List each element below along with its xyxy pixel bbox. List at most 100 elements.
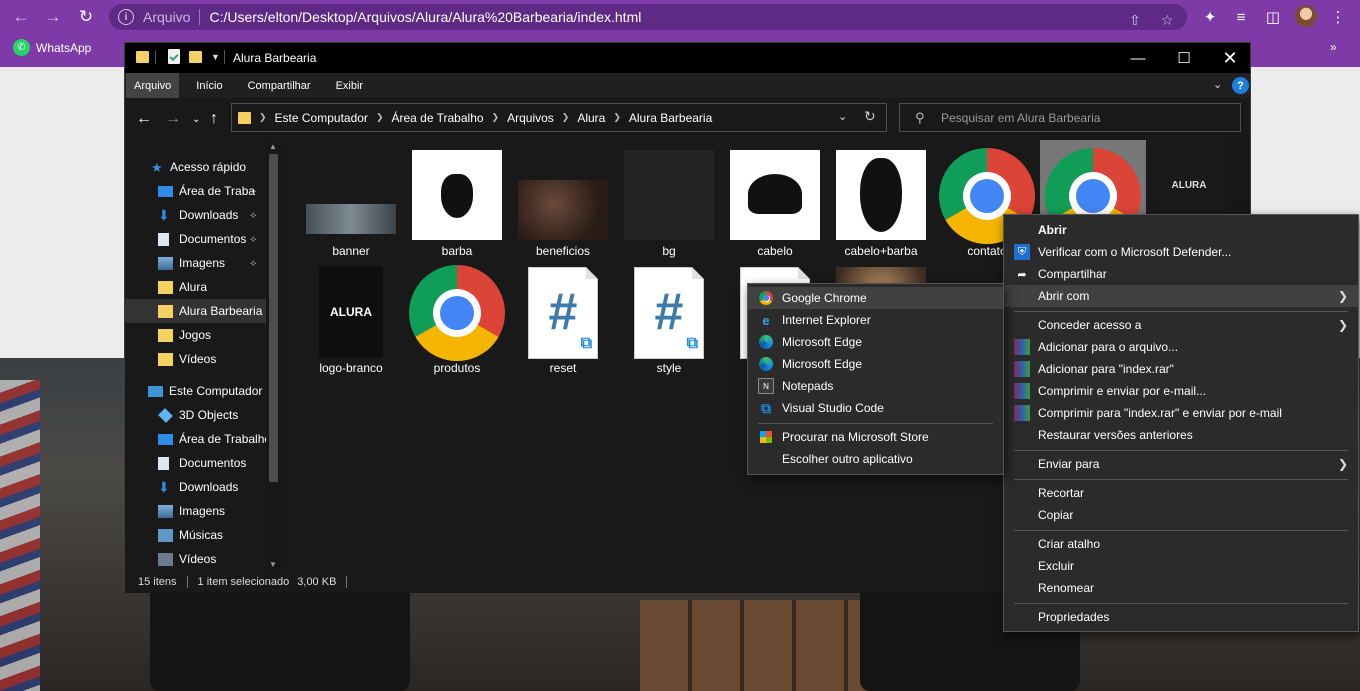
chevron-down-icon[interactable]: ⌄ (838, 110, 847, 123)
profile-avatar[interactable] (1295, 5, 1317, 27)
menu-item-abrir-com[interactable]: Abrir com ❯ (1004, 285, 1358, 307)
reload-icon[interactable]: ↻ (74, 5, 98, 29)
nav-scrollbar[interactable]: ▲ ▼ (266, 142, 281, 571)
nav-item-area-de-trabalho-pc[interactable]: Área de Trabalho (125, 427, 266, 451)
minimize-icon[interactable]: — (1115, 43, 1161, 73)
tab-inicio[interactable]: Início (188, 73, 230, 98)
scroll-down-icon[interactable]: ▼ (269, 560, 277, 569)
menu-item-escolher-outro[interactable]: Escolher outro aplicativo (748, 448, 1003, 470)
back-icon[interactable]: ← (136, 110, 152, 128)
recent-locations-icon[interactable]: ⌄ (192, 114, 200, 125)
menu-item-compartilhar[interactable]: ➦ Compartilhar (1004, 263, 1358, 285)
menu-item-enviar-para[interactable]: Enviar para ❯ (1004, 453, 1358, 475)
info-icon[interactable]: i (118, 9, 134, 25)
quick-access-dropdown-icon[interactable]: ▼ (211, 52, 220, 62)
menu-item-excluir[interactable]: Excluir (1004, 555, 1358, 577)
menu-item-comprimir-index-rar-email[interactable]: Comprimir para "index.rar" e enviar por … (1004, 402, 1358, 424)
file-item[interactable]: barba (407, 146, 507, 258)
file-item[interactable]: produtos (407, 263, 507, 375)
properties-icon[interactable] (168, 49, 180, 64)
nav-item-3d-objects[interactable]: 3D Objects (125, 403, 266, 427)
bookmark-whatsapp[interactable]: ✆ WhatsApp (13, 39, 91, 56)
nav-item-videos-pc[interactable]: Vídeos (125, 547, 266, 571)
menu-item-criar-atalho[interactable]: Criar atalho (1004, 533, 1358, 555)
nav-item-downloads-pc[interactable]: ⬇ Downloads (125, 475, 266, 499)
file-item[interactable]: banner (301, 146, 401, 258)
menu-item-propriedades[interactable]: Propriedades (1004, 606, 1358, 628)
nav-item-downloads[interactable]: ⬇ Downloads ⟡ (125, 203, 266, 227)
menu-item-microsoft-edge-2[interactable]: Microsoft Edge (748, 353, 1003, 375)
forward-icon[interactable]: → (165, 110, 181, 128)
menu-item-abrir[interactable]: Abrir (1004, 219, 1358, 241)
winrar-icon (1014, 339, 1030, 355)
breadcrumb-item[interactable]: Alura (577, 111, 605, 125)
menu-item-verificar-defender[interactable]: ⛨ Verificar com o Microsoft Defender... (1004, 241, 1358, 263)
arrow-right-icon[interactable]: → (41, 5, 65, 29)
menu-item-renomear[interactable]: Renomear (1004, 577, 1358, 599)
bookmarks-overflow[interactable]: » (1330, 40, 1337, 54)
menu-item-restaurar-versoes[interactable]: Restaurar versões anteriores (1004, 424, 1358, 446)
menu-item-adicionar-arquivo[interactable]: Adicionar para o arquivo... (1004, 336, 1358, 358)
nav-item-imagens-pc[interactable]: Imagens (125, 499, 266, 523)
maximize-icon[interactable]: ☐ (1161, 43, 1207, 73)
nav-item-imagens[interactable]: Imagens ⟡ (125, 251, 266, 275)
breadcrumb[interactable]: ❯ Este Computador ❯ Área de Trabalho ❯ A… (231, 103, 887, 132)
file-item[interactable]: ALURA logo-branco (301, 263, 401, 375)
share-page-icon[interactable]: ⇧ (1129, 12, 1141, 29)
scrollbar-thumb[interactable] (269, 154, 278, 482)
menu-item-microsoft-edge[interactable]: Microsoft Edge (748, 331, 1003, 353)
menu-item-comprimir-enviar[interactable]: Comprimir e enviar por e-mail... (1004, 380, 1358, 402)
menu-item-microsoft-store[interactable]: Procurar na Microsoft Store (748, 426, 1003, 448)
nav-item-documentos[interactable]: Documentos ⟡ (125, 227, 266, 251)
nav-item-documentos-pc[interactable]: Documentos (125, 451, 266, 475)
refresh-icon[interactable]: ↻ (864, 108, 876, 125)
menu-item-notepads[interactable]: N Notepads (748, 375, 1003, 397)
breadcrumb-item[interactable]: Área de Trabalho (391, 111, 483, 125)
menu-kebab-icon[interactable]: ⋮ (1326, 5, 1350, 29)
nav-item-musicas[interactable]: Músicas (125, 523, 266, 547)
nav-item-alura[interactable]: Alura (125, 275, 266, 299)
menu-item-google-chrome[interactable]: Google Chrome (748, 287, 1003, 309)
breadcrumb-item[interactable]: Alura Barbearia (629, 111, 712, 125)
close-icon[interactable]: ✕ (1207, 43, 1253, 73)
new-folder-icon[interactable] (189, 51, 202, 63)
media-queue-icon[interactable]: ≡ (1229, 5, 1253, 29)
chevron-down-icon[interactable]: ⌄ (1213, 78, 1222, 91)
menu-item-copiar[interactable]: Copiar (1004, 504, 1358, 526)
bookmark-star-icon[interactable]: ☆ (1161, 12, 1174, 29)
url-text[interactable]: C:/Users/elton/Desktop/Arquivos/Alura/Al… (209, 9, 641, 25)
tab-compartilhar[interactable]: Compartilhar (240, 73, 319, 98)
nav-item-acesso-rapido[interactable]: ★ Acesso rápido (125, 155, 266, 179)
nav-item-jogos[interactable]: Jogos (125, 323, 266, 347)
tab-exibir[interactable]: Exibir (328, 73, 372, 98)
search-input[interactable]: ⚲ Pesquisar em Alura Barbearia (899, 103, 1241, 132)
tab-arquivo[interactable]: Arquivo (126, 73, 180, 98)
up-icon[interactable]: ↑ (210, 110, 218, 128)
file-item[interactable]: # ⧉ reset (513, 263, 613, 375)
side-panel-icon[interactable]: ◫ (1261, 5, 1285, 29)
nav-item-label: Vídeos (179, 552, 217, 566)
nav-item-alura-barbearia[interactable]: Alura Barbearia (125, 299, 266, 323)
extensions-icon[interactable]: ✦ (1198, 5, 1222, 29)
menu-item-visual-studio-code[interactable]: ⧉ Visual Studio Code (748, 397, 1003, 419)
menu-item-adicionar-index-rar[interactable]: Adicionar para "index.rar" (1004, 358, 1358, 380)
scroll-up-icon[interactable]: ▲ (269, 142, 277, 151)
nav-item-area-de-trabalho[interactable]: Área de Traba ⟡ (125, 179, 266, 203)
menu-item-internet-explorer[interactable]: e Internet Explorer (748, 309, 1003, 331)
arrow-left-icon[interactable]: ← (9, 5, 33, 29)
menu-item-conceder-acesso[interactable]: Conceder acesso a ❯ (1004, 314, 1358, 336)
file-item[interactable]: # ⧉ style (619, 263, 719, 375)
file-item[interactable]: bg (619, 146, 719, 258)
nav-item-videos-quick[interactable]: Vídeos (125, 347, 266, 371)
chevron-right-icon: ❯ (1337, 457, 1348, 471)
file-item[interactable]: cabelo (725, 146, 825, 258)
file-item[interactable]: cabelo+barba (831, 146, 931, 258)
menu-item-recortar[interactable]: Recortar (1004, 482, 1358, 504)
address-bar[interactable]: i Arquivo C:/Users/elton/Desktop/Arquivo… (109, 4, 1187, 30)
menu-item-label: Renomear (1038, 581, 1095, 595)
file-item[interactable]: beneficios (513, 146, 613, 258)
help-icon[interactable]: ? (1232, 77, 1249, 94)
breadcrumb-item[interactable]: Arquivos (507, 111, 554, 125)
nav-item-este-computador[interactable]: Este Computador (125, 379, 266, 403)
breadcrumb-item[interactable]: Este Computador (275, 111, 368, 125)
